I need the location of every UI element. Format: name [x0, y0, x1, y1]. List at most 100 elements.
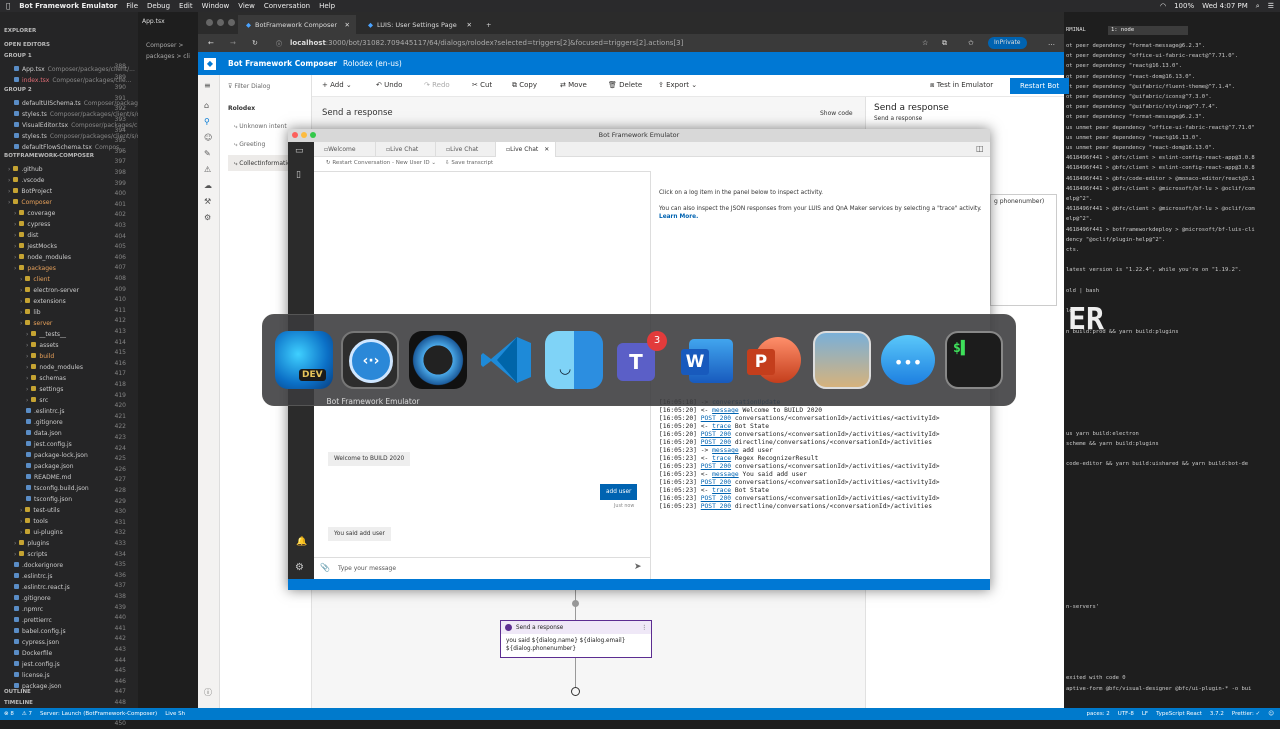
user-input-icon[interactable]: ☺ [204, 133, 212, 142]
export-button[interactable]: ⇪ Export ⌄ [658, 81, 697, 89]
node-menu-icon[interactable]: ⋮ [641, 625, 647, 631]
settings-icon[interactable]: ⚙ [295, 562, 304, 573]
minimize-window-button[interactable] [217, 19, 224, 26]
document-icon[interactable]: ▯ [296, 170, 301, 180]
skills-icon[interactable]: ⚒ [204, 197, 211, 206]
tab-live-chat-2[interactable]: ▫ Live Chat [436, 142, 496, 157]
log-entry[interactable]: [16:05:20] <- message Welcome to BUILD 2… [659, 407, 822, 415]
log-kind-link[interactable]: trace [712, 423, 731, 430]
log-entry[interactable]: [16:05:20] POST 200 conversations/<conve… [659, 431, 940, 439]
menu-window[interactable]: Window [202, 2, 230, 10]
finder-icon[interactable]: ◡ [545, 331, 603, 389]
log-kind-link[interactable]: POST 200 [701, 495, 731, 502]
canvas-breadcrumb[interactable]: Send a response [322, 108, 393, 118]
design-flow-icon[interactable]: ⚲ [204, 117, 210, 126]
info-icon[interactable]: ⓘ [204, 687, 212, 698]
menu-conversation[interactable]: Conversation [264, 2, 310, 10]
prettier-status[interactable]: Prettier: ✓ [1232, 711, 1260, 717]
bot-emulator-icon[interactable]: ‹·› [341, 331, 399, 389]
bot-responses-icon[interactable]: ✎ [204, 149, 211, 158]
collections-icon[interactable]: ⧉ [942, 39, 947, 48]
timeline-section[interactable]: TIMELINE [0, 700, 33, 706]
trigger-unknown-intent[interactable]: ⤷ Unknown intent [234, 123, 287, 131]
info-icon[interactable]: ⓘ [276, 39, 282, 48]
log-kind-link[interactable]: trace [712, 487, 731, 494]
search-icon[interactable]: ⌕ [1256, 2, 1260, 11]
dialog-rolodex[interactable]: Rolodex [228, 105, 255, 112]
tab-composer[interactable]: ◆ BotFramework Composer ✕ [238, 15, 356, 34]
log-kind-link[interactable]: message [712, 447, 739, 454]
settings-icon[interactable]: ⚙ [204, 213, 211, 222]
new-tab-button[interactable]: + [478, 15, 494, 34]
wifi-icon[interactable]: ◠ [1160, 2, 1166, 11]
close-tab-icon[interactable]: ✕ [345, 21, 350, 29]
terminal-select[interactable]: 1: node [1108, 26, 1188, 35]
log-kind-link[interactable]: message [712, 471, 739, 478]
tab-live-chat-3[interactable]: ▫ Live Chat ✕ [496, 142, 556, 157]
outline-section[interactable]: OUTLINE [0, 689, 31, 695]
terminal-icon[interactable]: $▌ [945, 331, 1003, 389]
log-entry[interactable]: [16:05:23] POST 200 conversations/<conve… [659, 479, 940, 487]
log-entry[interactable]: [16:05:23] POST 200 conversations/<conve… [659, 463, 940, 471]
tab-live-chat-1[interactable]: ▫ Live Chat [376, 142, 436, 157]
preview-icon[interactable] [813, 331, 871, 389]
attachment-icon[interactable]: 📎 [320, 563, 330, 572]
copy-button[interactable]: ⧉ Copy [512, 81, 537, 90]
notification-bell-icon[interactable]: 🔔 [296, 537, 307, 547]
trigger-greeting[interactable]: ⤷ Greeting [234, 141, 265, 149]
editor-breadcrumb[interactable]: Composer > packages > cli [146, 40, 198, 60]
publish-icon[interactable]: ☁ [204, 181, 212, 190]
word-icon[interactable]: W [679, 331, 737, 389]
filter-dialog-input[interactable]: ⊽ Filter Dialog [228, 83, 270, 90]
move-button[interactable]: ⇄ Move [560, 81, 587, 89]
redo-button[interactable]: ↷ Redo [424, 81, 450, 89]
log-entry[interactable]: [16:05:23] <- message You said add user [659, 471, 807, 479]
log-entry[interactable]: [16:05:23] POST 200 directline/conversat… [659, 503, 932, 511]
zoom-window-button[interactable] [228, 19, 235, 26]
refresh-icon[interactable]: ↻ [252, 39, 258, 47]
menu-file[interactable]: File [126, 2, 138, 10]
show-code-link[interactable]: Show code [820, 110, 853, 117]
log-kind-link[interactable]: POST 200 [701, 503, 731, 510]
close-window-button[interactable] [206, 19, 213, 26]
log-kind-link[interactable]: POST 200 [701, 431, 731, 438]
diagnostics-icon[interactable]: ⚠ [204, 165, 211, 174]
favorites-icon[interactable]: ✩ [968, 39, 974, 47]
log-kind-link[interactable]: POST 200 [701, 479, 731, 486]
edge-dev-icon[interactable]: DEV [275, 331, 333, 389]
chat-icon[interactable]: ▭ [295, 146, 304, 156]
favorite-star-icon[interactable]: ☆ [922, 39, 928, 47]
language-mode[interactable]: TypeScript React [1156, 711, 1202, 717]
teams-icon[interactable]: T 3 [613, 331, 671, 389]
app-menu-name[interactable]: Bot Framework Emulator [19, 2, 117, 10]
quicktime-icon[interactable] [409, 331, 467, 389]
problems-errors[interactable]: ⊗ 8 [4, 711, 14, 717]
menu-edit[interactable]: Edit [179, 2, 193, 10]
close-tab-icon[interactable]: ✕ [544, 146, 549, 153]
line-ending[interactable]: LF [1142, 711, 1148, 717]
menu-view[interactable]: View [238, 2, 255, 10]
log-entry[interactable]: [16:05:23] <- trace Regex RecognizerResu… [659, 455, 818, 463]
undo-button[interactable]: ↶ Undo [376, 81, 402, 89]
project-root[interactable]: BOTFRAMEWORK-COMPOSER [0, 153, 94, 159]
add-action-point[interactable] [572, 600, 579, 607]
tab-luis[interactable]: ◆ LUIS: User Settings Page ✕ [360, 15, 478, 34]
debug-launch[interactable]: Server: Launch (BotFramework-Composer) [40, 711, 157, 717]
log-entry[interactable]: [16:05:23] <- trace Bot State [659, 487, 769, 495]
apple-icon[interactable]:  [6, 2, 10, 10]
minimize-window-button[interactable] [301, 132, 307, 138]
battery-percent[interactable]: 100% [1174, 2, 1194, 11]
log-entry[interactable]: [16:05:23] POST 200 conversations/<conve… [659, 495, 940, 503]
back-icon[interactable]: ← [208, 39, 214, 47]
log-entry[interactable]: [16:05:23] -> message add user [659, 447, 773, 455]
ts-version[interactable]: 3.7.2 [1210, 711, 1224, 717]
restart-bot-button[interactable]: Restart Bot [1010, 78, 1070, 94]
editor-tab[interactable]: App.tsx [142, 16, 165, 27]
encoding[interactable]: UTF-8 [1118, 711, 1134, 717]
home-icon[interactable]: ⌂ [204, 101, 209, 110]
tab-welcome[interactable]: ▫ Welcome [314, 142, 376, 157]
more-menu-icon[interactable]: … [1048, 39, 1055, 47]
log-entry[interactable]: [16:05:20] POST 200 conversations/<conve… [659, 415, 940, 423]
log-entry[interactable]: [16:05:20] POST 200 directline/conversat… [659, 439, 932, 447]
response-editor[interactable]: g phonenumber) [990, 194, 1057, 306]
